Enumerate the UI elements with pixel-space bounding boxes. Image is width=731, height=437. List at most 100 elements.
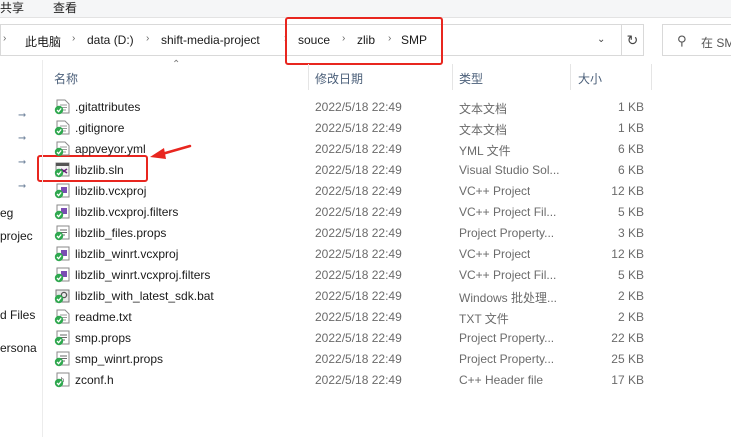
file-size: 12 KB [611,247,644,261]
file-type: VC++ Project [459,184,531,198]
file-name[interactable]: libzlib.sln [75,163,124,177]
column-divider[interactable] [308,64,309,90]
file-type: C++ Header file [459,373,544,387]
search-icon: ⚲ [677,33,687,48]
file-type: Visual Studio Sol... [459,163,560,177]
chevron-down-icon[interactable]: ⌄ [597,34,605,45]
file-name[interactable]: .gitattributes [75,100,140,114]
file-name[interactable]: .gitignore [75,121,124,135]
file-size: 3 KB [617,226,644,240]
nav-item[interactable]: eg [0,206,13,220]
chevron-right-icon[interactable]: › [146,33,149,44]
column-header-date[interactable]: 修改日期 [315,70,363,87]
breadcrumb-this-pc[interactable]: 此电脑 [25,33,61,50]
search-placeholder: 在 SM [701,36,731,50]
chevron-right-icon[interactable]: › [72,33,75,44]
file-row[interactable]: libzlib.vcxproj 2022/5/18 22:49 VC++ Proje… [48,180,652,201]
column-divider[interactable] [570,64,571,90]
pin-icon[interactable]: ➞ [18,133,26,144]
file-type: VC++ Project Fil... [459,205,557,219]
file-name[interactable]: libzlib.vcxproj.filters [75,205,178,219]
file-size: 17 KB [611,373,644,387]
file-date: 2022/5/18 22:49 [315,310,402,324]
sort-ascending-icon: ⌃ [172,59,181,70]
file-size: 1 KB [617,100,644,114]
file-date: 2022/5/18 22:49 [315,268,402,282]
annotation-highlight-path [285,17,443,65]
file-type: Project Property... [459,352,555,366]
file-list: .gitattributes 2022/5/18 22:49 文本文档 1 KB .gi… [48,96,652,390]
file-type: Project Property... [459,226,555,240]
file-row[interactable]: appveyor.yml 2022/5/18 22:49 YML 文件 6 KB [48,138,652,159]
file-date: 2022/5/18 22:49 [315,205,402,219]
file-row[interactable]: libzlib.sln 2022/5/18 22:49 Visual Studio … [48,159,652,180]
file-type: 文本文档 [459,123,508,137]
file-row[interactable]: libzlib.vcxproj.filters 2022/5/18 22:49 VC… [48,201,652,222]
nav-item[interactable]: projec [0,229,33,243]
file-row[interactable]: libzlib_winrt.vcxproj 2022/5/18 22:49 VC++… [48,243,652,264]
file-type: Project Property... [459,331,555,345]
breadcrumb-drive[interactable]: data (D:) [87,33,134,47]
file-size: 25 KB [611,352,644,366]
column-divider[interactable] [452,64,453,90]
file-date: 2022/5/18 22:49 [315,331,402,345]
navigation-pane: ➞ ➞ ➞ ➞ eg projec d Files ersona [0,60,43,437]
file-name[interactable]: zconf.h [75,373,114,387]
file-date: 2022/5/18 22:49 [315,352,402,366]
ribbon-tab-view[interactable]: 查看 [53,0,77,16]
file-size: 6 KB [617,142,644,156]
search-box[interactable]: ⚲ 在 SM [662,24,731,56]
file-name[interactable]: libzlib_with_latest_sdk.bat [75,289,214,303]
file-row[interactable]: libzlib_with_latest_sdk.bat 2022/5/18 22:… [48,285,652,306]
file-size: 2 KB [617,310,644,324]
ribbon-tab-share[interactable]: 共享 [0,0,24,16]
file-date: 2022/5/18 22:49 [315,100,402,114]
file-name[interactable]: libzlib_winrt.vcxproj [75,247,178,261]
file-name[interactable]: libzlib_files.props [75,226,166,240]
file-name[interactable]: smp_winrt.props [75,352,163,366]
file-name[interactable]: libzlib.vcxproj [75,184,146,198]
file-row[interactable]: h zconf.h 2022/5/18 22:49 C++ Header file 17… [48,369,652,390]
file-name[interactable]: libzlib_winrt.vcxproj.filters [75,268,210,282]
file-row[interactable]: libzlib_files.props 2022/5/18 22:49 Projec… [48,222,652,243]
file-row[interactable]: .gitignore 2022/5/18 22:49 文本文档 1 KB [48,117,652,138]
file-type: TXT 文件 [459,312,509,326]
file-date: 2022/5/18 22:49 [315,184,402,198]
pin-icon[interactable]: ➞ [18,181,26,192]
chevron-right-icon: › [3,33,7,44]
file-row[interactable]: smp.props 2022/5/18 22:49 Project Property… [48,327,652,348]
column-header-type[interactable]: 类型 [459,70,483,87]
nav-item[interactable]: d Files [0,308,35,322]
file-name[interactable]: appveyor.yml [75,142,146,156]
refresh-icon: ↻ [626,32,639,48]
file-type: 文本文档 [459,102,508,116]
ribbon-bar: 共享 查看 [0,0,731,18]
pin-icon[interactable]: ➞ [18,157,26,168]
breadcrumb-shift-media-project[interactable]: shift-media-project [161,33,260,47]
file-size: 1 KB [617,121,644,135]
file-row[interactable]: .gitattributes 2022/5/18 22:49 文本文档 1 KB [48,96,652,117]
file-name[interactable]: smp.props [75,331,131,345]
file-row[interactable]: readme.txt 2022/5/18 22:49 TXT 文件 2 KB [48,306,652,327]
file-size: 12 KB [611,184,644,198]
file-name[interactable]: readme.txt [75,310,132,324]
file-row[interactable]: libzlib_winrt.vcxproj.filters 2022/5/18 2… [48,264,652,285]
column-header-name[interactable]: 名称 [54,70,78,87]
file-size: 2 KB [617,289,644,303]
file-date: 2022/5/18 22:49 [315,121,402,135]
file-date: 2022/5/18 22:49 [315,142,402,156]
pin-icon[interactable]: ➞ [18,110,26,121]
file-type: VC++ Project [459,247,531,261]
refresh-button[interactable]: ↻ [622,24,644,56]
file-type: Windows 批处理... [459,291,558,305]
file-date: 2022/5/18 22:49 [315,247,402,261]
file-size: 5 KB [617,268,644,282]
file-date: 2022/5/18 22:49 [315,373,402,387]
file-size: 5 KB [617,205,644,219]
nav-item[interactable]: ersona [0,341,37,355]
file-date: 2022/5/18 22:49 [315,226,402,240]
column-divider[interactable] [651,64,652,90]
file-row[interactable]: smp_winrt.props 2022/5/18 22:49 Project Pr… [48,348,652,369]
column-header-size[interactable]: 大小 [578,70,602,87]
file-date: 2022/5/18 22:49 [315,163,402,177]
